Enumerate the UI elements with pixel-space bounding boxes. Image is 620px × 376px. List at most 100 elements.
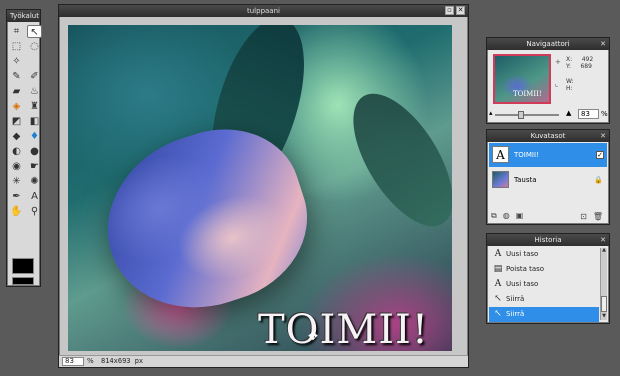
drop-icon[interactable]: ♦ xyxy=(27,130,42,143)
secondary-color-swatch[interactable] xyxy=(12,277,34,285)
close-icon[interactable]: ✕ xyxy=(600,234,606,246)
navigator-title-text: Navigaattori xyxy=(526,40,570,48)
text-icon: A xyxy=(494,249,502,259)
move-icon[interactable]: ↖ xyxy=(27,25,42,38)
lasso-icon[interactable]: ◌ xyxy=(27,40,42,53)
history-item-label: Poista taso xyxy=(506,265,545,273)
history-item[interactable]: ↖ Siirrä xyxy=(489,307,599,322)
crop-icon[interactable]: ⌗ xyxy=(9,25,24,38)
blur-icon[interactable]: ◆ xyxy=(9,130,24,143)
y-label: Y: xyxy=(566,63,571,70)
zoom-unit: % xyxy=(87,357,94,365)
history-item-label: Uusi taso xyxy=(506,250,539,258)
type-icon[interactable]: A xyxy=(27,190,42,203)
canvas-text-layer[interactable]: TOIMII! xyxy=(258,307,429,351)
primary-color-swatch[interactable] xyxy=(12,258,34,274)
layer-tools-right: ⊡ 🗑 xyxy=(580,212,603,221)
leaf-shape xyxy=(333,77,452,243)
tools-panel: Työkalut ⌗ ↖ ⬚ ◌ ✧ ✎ ✐ ▰ ♨ ◈ ♜ ◩ ◧ ◆ ♦ ◐ ● ◉ ☛ ✳ ✺ ✒ A ✋ ⚲ xyxy=(6,9,42,287)
history-item-label: Uusi taso xyxy=(506,280,539,288)
zoom-in-icon[interactable]: ▲ xyxy=(566,109,571,117)
tulip-shape xyxy=(84,108,328,332)
zoom-input[interactable]: 83 xyxy=(62,357,84,366)
bloat-icon[interactable]: ✺ xyxy=(27,175,42,188)
document-title: tulppaani xyxy=(59,5,468,17)
link-icon[interactable]: ⧉ xyxy=(491,211,497,221)
zoom-out-icon[interactable]: ▴ xyxy=(489,109,493,117)
delete-layer-icon: ▤ xyxy=(493,264,503,274)
delete-layer-icon[interactable]: 🗑 xyxy=(593,212,603,221)
layer-visibility-checkbox[interactable]: ✓ xyxy=(596,151,604,159)
x-label: X: xyxy=(566,56,573,63)
move-icon: ↖ xyxy=(494,294,502,304)
history-item[interactable]: ↖ Siirrä xyxy=(489,292,599,307)
gradient-icon[interactable]: ◩ xyxy=(9,115,24,128)
history-item-label: Siirrä xyxy=(506,295,525,303)
history-item[interactable]: A Uusi taso xyxy=(489,277,599,292)
zoom-slider[interactable] xyxy=(495,111,559,119)
stamp-icon[interactable]: ♜ xyxy=(27,100,42,113)
layer-item[interactable]: A TOIMII! ✓ xyxy=(489,143,607,167)
history-item-label: Siirrä xyxy=(506,310,525,318)
image-size: 814x693 px xyxy=(101,357,144,365)
coordinates: X: 492 Y: 689 xyxy=(566,56,593,70)
move-icon: ↖ xyxy=(494,309,502,319)
blank-icon[interactable] xyxy=(27,55,42,68)
document-window: tulppaani ▫ ✕ TOIMII! ✥ 83 % 814x693 px xyxy=(58,4,469,368)
history-title: Historia ✕ xyxy=(487,234,609,246)
window-buttons: ▫ ✕ xyxy=(445,6,465,15)
wand-icon[interactable]: ✧ xyxy=(9,55,24,68)
pinch-icon[interactable]: ✳ xyxy=(9,175,24,188)
zoom-slider-handle[interactable] xyxy=(518,111,524,119)
replace-icon[interactable]: ◧ xyxy=(27,115,42,128)
navigator-panel: Navigaattori ✕ TOIMII! + X: 492 Y: 689 ⌞ W… xyxy=(486,37,610,124)
close-icon[interactable]: ✕ xyxy=(600,38,606,50)
maximize-button[interactable]: ▫ xyxy=(445,6,454,15)
new-layer-icon[interactable]: ⊡ xyxy=(580,212,587,221)
h-label: H: xyxy=(566,85,573,92)
selection-size-icon: ⌞ xyxy=(555,80,559,88)
status-bar: 83 % 814x693 px xyxy=(59,355,468,367)
layer-name: TOIMII! xyxy=(514,151,539,159)
navigator-zoom-input[interactable]: 83 xyxy=(578,109,599,119)
tools-panel-title: Työkalut xyxy=(7,10,40,22)
close-button[interactable]: ✕ xyxy=(456,6,465,15)
dodge-icon[interactable]: ◐ xyxy=(9,145,24,158)
picker-icon[interactable]: ✒ xyxy=(9,190,24,203)
text-icon: A xyxy=(494,279,502,289)
image-layer-thumb xyxy=(492,171,509,188)
redeye-icon[interactable]: ◉ xyxy=(9,160,24,173)
sponge-icon[interactable]: ● xyxy=(27,145,42,158)
scroll-up-icon[interactable]: ▲ xyxy=(601,248,607,254)
styles-icon[interactable]: ◍ xyxy=(503,211,510,221)
layer-item[interactable]: Tausta 🔒 xyxy=(489,168,607,192)
marquee-icon[interactable]: ⬚ xyxy=(9,40,24,53)
move-cursor-icon: ✥ xyxy=(308,329,319,343)
eraser-icon[interactable]: ▰ xyxy=(9,85,24,98)
scroll-down-icon[interactable]: ▼ xyxy=(601,314,607,320)
navigator-thumbnail[interactable]: TOIMII! xyxy=(493,54,551,104)
thumbnail-text: TOIMII! xyxy=(513,90,542,98)
scroll-thumb[interactable] xyxy=(601,296,607,312)
history-item[interactable]: ▤ Poista taso xyxy=(489,262,599,277)
pencil-icon[interactable]: ✎ xyxy=(9,70,24,83)
tool-grid: ⌗ ↖ ⬚ ◌ ✧ ✎ ✐ ▰ ♨ ◈ ♜ ◩ ◧ ◆ ♦ ◐ ● ◉ ☛ ✳ ✺ ✒ A ✋ ⚲ xyxy=(7,22,42,221)
brush-icon[interactable]: ✐ xyxy=(27,70,42,83)
navigator-title: Navigaattori ✕ xyxy=(487,38,609,50)
crosshair-icon: + xyxy=(555,58,561,66)
spray-icon[interactable]: ♨ xyxy=(27,85,42,98)
zoom-icon[interactable]: ⚲ xyxy=(27,205,42,218)
smudge-icon[interactable]: ☛ xyxy=(27,160,42,173)
close-icon[interactable]: ✕ xyxy=(600,130,606,142)
history-item[interactable]: A Uusi taso xyxy=(489,247,599,262)
history-scrollbar[interactable]: ▲ ▼ xyxy=(600,248,607,320)
lock-icon: 🔒 xyxy=(594,176,603,184)
layers-title-text: Kuvatasot xyxy=(530,132,566,140)
hand-icon[interactable]: ✋ xyxy=(9,205,24,218)
layer-name: Tausta xyxy=(514,176,537,184)
w-label: W: xyxy=(566,78,574,85)
bucket-icon[interactable]: ◈ xyxy=(9,100,24,113)
image-canvas[interactable]: TOIMII! ✥ xyxy=(68,25,452,351)
mask-icon[interactable]: ▣ xyxy=(516,211,524,221)
text-layer-thumb-icon: A xyxy=(492,146,509,163)
